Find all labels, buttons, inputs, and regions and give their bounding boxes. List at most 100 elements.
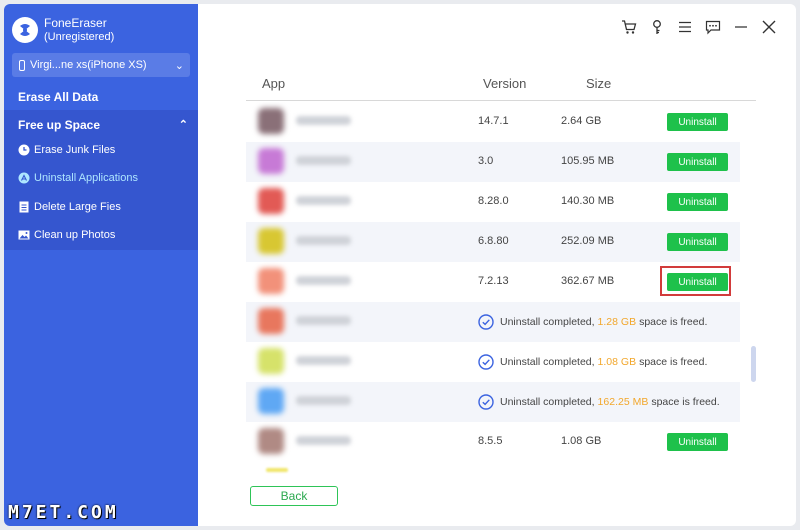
sidebar-item-label: Uninstall Applications: [34, 172, 138, 184]
sidebar-item-label: Erase Junk Files: [34, 144, 116, 156]
app-size: 1.08 GB: [561, 435, 602, 447]
feedback-icon[interactable]: [704, 18, 722, 36]
close-icon[interactable]: [760, 18, 778, 36]
column-header-app: App: [262, 76, 286, 91]
app-size: 140.30 MB: [561, 195, 615, 207]
minimize-icon[interactable]: [732, 18, 750, 36]
column-header-version: Version: [483, 76, 527, 91]
table-row: 7.2.13 362.67 MB Uninstall: [246, 262, 740, 302]
freed-amount: 1.28 GB: [597, 316, 637, 328]
app-icon: [258, 108, 284, 134]
app-name-blurred: [296, 316, 351, 325]
app-name-blurred: [296, 436, 351, 445]
app-window: FoneEraser (Unregistered) Virgi...ne xs(…: [4, 4, 796, 526]
app-version: 7.2.13: [478, 275, 509, 287]
sidebar-item-uninstall-applications[interactable]: Uninstall Applications: [18, 172, 188, 184]
app-icon: [258, 388, 284, 414]
cart-icon[interactable]: [620, 18, 638, 36]
table-row: 3.0 105.95 MB Uninstall: [246, 142, 740, 182]
table-row: 8.28.0 140.30 MB Uninstall: [246, 182, 740, 222]
app-store-icon: [18, 172, 30, 184]
app-list[interactable]: 14.7.1 2.64 GB Uninstall 3.0 105.95 MB Uninst…: [246, 102, 740, 468]
freed-amount: 162.25 MB: [597, 396, 649, 408]
app-name-blurred: [296, 236, 351, 245]
app-version: 6.8.80: [478, 235, 509, 247]
photo-icon: [18, 229, 30, 241]
phone-icon: [19, 59, 25, 71]
app-name-blurred: [296, 356, 351, 365]
chevron-up-icon: ⌃: [178, 119, 188, 131]
app-version: 8.5.5: [478, 435, 503, 447]
free-up-space-header[interactable]: Free up Space ⌃: [18, 118, 188, 132]
clock-icon: [18, 144, 30, 156]
sidebar-item-erase-junk-files[interactable]: Erase Junk Files: [18, 144, 188, 156]
free-up-space-group: Free up Space ⌃ Erase Junk Files Uninsta…: [4, 110, 198, 250]
completed-suffix: space is freed.: [639, 316, 708, 328]
check-circle-icon: [478, 354, 494, 370]
brand: FoneEraser (Unregistered): [12, 16, 114, 44]
app-name-blurred: [296, 116, 351, 125]
app-name-blurred: [296, 396, 351, 405]
sidebar-item-label: Delete Large Fies: [34, 201, 121, 213]
table-header: App Version Size: [246, 68, 756, 101]
device-selector[interactable]: Virgi...ne xs(iPhone XS) ⌄: [12, 53, 190, 77]
table-row: Uninstall completed, 1.08 GB space is free…: [246, 342, 740, 382]
app-size: 105.95 MB: [561, 155, 615, 167]
app-version: 8.28.0: [478, 195, 509, 207]
uninstall-completed-message: Uninstall completed, 1.28 GB space is free…: [478, 314, 707, 330]
registration-status: (Unregistered): [44, 31, 115, 43]
document-icon: [18, 201, 30, 213]
window-toolbar: [620, 18, 778, 36]
completed-prefix: Uninstall completed,: [500, 396, 595, 408]
menu-icon[interactable]: [676, 18, 694, 36]
watermark: M7ET.COM: [8, 502, 119, 523]
completed-prefix: Uninstall completed,: [500, 316, 595, 328]
table-row: 14.7.1 2.64 GB Uninstall: [246, 102, 740, 142]
free-up-space-label: Free up Space: [18, 118, 101, 132]
app-version: 14.7.1: [478, 115, 509, 127]
table-row: 6.8.80 252.09 MB Uninstall: [246, 222, 740, 262]
main-panel: App Version Size 14.7.1 2.64 GB Uninstall 3…: [198, 4, 796, 526]
sidebar-item-erase-all-data[interactable]: Erase All Data: [18, 90, 98, 104]
check-circle-icon: [478, 394, 494, 410]
app-name-blurred: [296, 196, 351, 205]
sidebar-item-clean-up-photos[interactable]: Clean up Photos: [18, 229, 188, 241]
uninstall-button[interactable]: Uninstall: [667, 153, 728, 171]
app-name-blurred: [296, 276, 351, 285]
uninstall-button[interactable]: Uninstall: [667, 273, 728, 291]
app-name: FoneEraser: [44, 16, 107, 30]
app-size: 2.64 GB: [561, 115, 602, 127]
scrollbar[interactable]: [751, 346, 756, 382]
app-version: 3.0: [478, 155, 494, 167]
uninstall-button[interactable]: Uninstall: [667, 113, 728, 131]
check-circle-icon: [478, 314, 494, 330]
uninstall-completed-message: Uninstall completed, 162.25 MB space is fr…: [478, 394, 720, 410]
table-row: Uninstall completed, 1.28 GB space is free…: [246, 302, 740, 342]
app-icon: [258, 348, 284, 374]
back-button[interactable]: Back: [250, 486, 338, 506]
completed-prefix: Uninstall completed,: [500, 356, 595, 368]
app-icon: [258, 308, 284, 334]
table-row: Uninstall completed, 162.25 MB space is fr…: [246, 382, 740, 422]
partial-app-icon: [266, 468, 288, 472]
app-icon: [258, 188, 284, 214]
completed-suffix: space is freed.: [639, 356, 708, 368]
column-header-size: Size: [586, 76, 612, 91]
app-name-blurred: [296, 156, 351, 165]
freed-amount: 1.08 GB: [597, 356, 637, 368]
app-icon: [258, 228, 284, 254]
device-name: Virgi...ne xs(iPhone XS): [30, 59, 147, 71]
uninstall-button[interactable]: Uninstall: [667, 433, 728, 451]
key-icon[interactable]: [648, 18, 666, 36]
table-row: 8.5.5 1.08 GB Uninstall: [246, 422, 740, 462]
app-icon: [258, 268, 284, 294]
sidebar-item-label: Clean up Photos: [34, 229, 116, 241]
foneeraser-logo-icon: [12, 17, 38, 43]
chevron-down-icon: ⌄: [174, 59, 184, 72]
uninstall-button[interactable]: Uninstall: [667, 233, 728, 251]
uninstall-button[interactable]: Uninstall: [667, 193, 728, 211]
sidebar-item-delete-large-files[interactable]: Delete Large Fies: [18, 201, 188, 213]
sidebar: FoneEraser (Unregistered) Virgi...ne xs(…: [4, 4, 198, 526]
app-size: 362.67 MB: [561, 275, 615, 287]
app-icon: [258, 428, 284, 454]
